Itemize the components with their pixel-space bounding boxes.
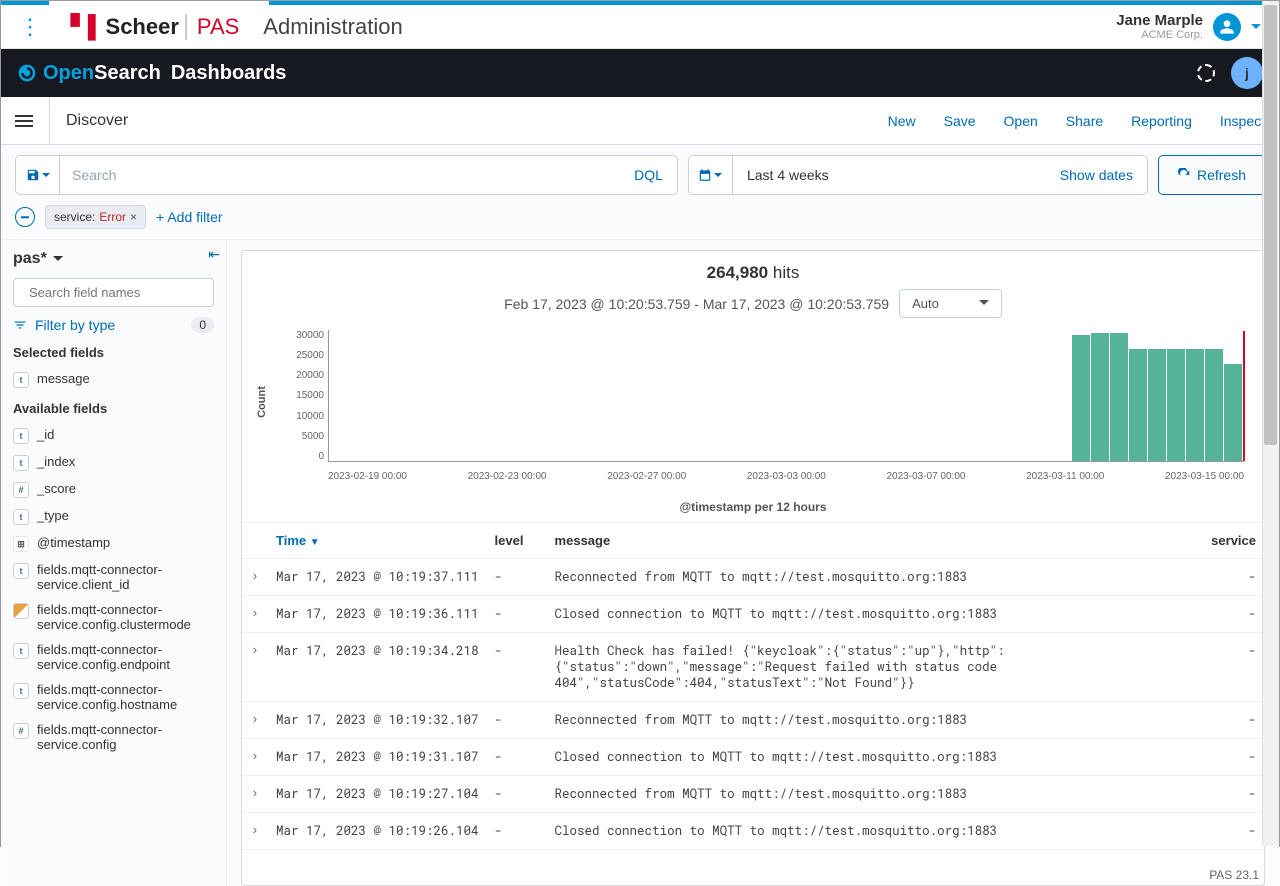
field-type-icon: ⊞ xyxy=(13,536,29,552)
histogram-chart[interactable]: Count 300002500020000150001000050000 202… xyxy=(292,330,1244,490)
user-menu[interactable]: Jane Marple ACME Corp. xyxy=(1116,12,1261,41)
field-item[interactable]: tmessage xyxy=(13,366,214,393)
table-row[interactable]: ›Mar 17, 2023 @ 10:19:27.104-Reconnected… xyxy=(242,776,1264,813)
help-icon[interactable] xyxy=(1197,64,1215,82)
field-type-icon xyxy=(13,603,29,619)
nav-inspect[interactable]: Inspect xyxy=(1220,113,1265,129)
avatar-icon xyxy=(1213,13,1241,41)
app-header: ⋮ ▘▌Scheer PAS Administration Jane Marpl… xyxy=(1,5,1279,49)
date-range: Feb 17, 2023 @ 10:20:53.759 - Mar 17, 20… xyxy=(504,296,889,312)
field-type-icon: # xyxy=(13,482,29,498)
filter-icon xyxy=(13,318,27,332)
user-avatar[interactable]: j xyxy=(1231,57,1263,89)
nav-share[interactable]: Share xyxy=(1066,113,1103,129)
query-bar: DQL Last 4 weeks Show dates Refresh xyxy=(1,145,1279,205)
field-item[interactable]: tfields.mqtt-connector-service.config.en… xyxy=(13,637,214,677)
selected-fields-heading: Selected fields xyxy=(13,345,214,360)
expand-row-icon[interactable]: › xyxy=(242,776,268,813)
sub-header: Discover New Save Open Share Reporting Inspec… xyxy=(1,97,1279,145)
index-pattern-selector[interactable]: pas* xyxy=(13,250,214,268)
field-type-icon: t xyxy=(13,372,29,388)
interval-selector[interactable]: Auto xyxy=(899,289,1002,318)
opensearch-bar: OpenSearch Dashboards j xyxy=(1,49,1279,97)
col-level[interactable]: level xyxy=(487,523,547,559)
nav-toggle-icon[interactable] xyxy=(15,112,33,130)
table-row[interactable]: ›Mar 17, 2023 @ 10:19:36.111-Closed conn… xyxy=(242,596,1264,633)
date-picker[interactable]: Last 4 weeks Show dates xyxy=(688,155,1148,195)
expand-row-icon[interactable]: › xyxy=(242,596,268,633)
field-type-icon: t xyxy=(13,509,29,525)
field-type-icon: t xyxy=(13,643,29,659)
table-row[interactable]: ›Mar 17, 2023 @ 10:19:37.111-Reconnected… xyxy=(242,559,1264,596)
table-row[interactable]: ›Mar 17, 2023 @ 10:19:31.107-Closed conn… xyxy=(242,739,1264,776)
field-item[interactable]: ⊞@timestamp xyxy=(13,530,214,557)
field-search xyxy=(13,278,214,307)
filter-icon[interactable] xyxy=(15,207,35,227)
refresh-button[interactable]: Refresh xyxy=(1158,155,1265,195)
user-company: ACME Corp. xyxy=(1116,29,1203,41)
nav-new[interactable]: New xyxy=(888,113,916,129)
nav-save[interactable]: Save xyxy=(944,113,976,129)
field-item[interactable]: tfields.mqtt-connector-service.config.ho… xyxy=(13,677,214,717)
filter-by-type[interactable]: Filter by type 0 xyxy=(13,317,214,333)
field-item[interactable]: t_index xyxy=(13,449,214,476)
col-message[interactable]: message xyxy=(547,523,1194,559)
discover-title: Discover xyxy=(49,97,128,144)
search-input[interactable] xyxy=(60,156,620,194)
field-item[interactable]: tfields.mqtt-connector-service.client_id xyxy=(13,557,214,597)
table-row[interactable]: ›Mar 17, 2023 @ 10:19:34.218-Health Chec… xyxy=(242,633,1264,702)
field-type-icon: t xyxy=(13,563,29,579)
expand-row-icon[interactable]: › xyxy=(242,633,268,702)
col-service[interactable]: service xyxy=(1194,523,1264,559)
field-type-icon: t xyxy=(13,455,29,471)
chevron-down-icon xyxy=(1251,24,1261,34)
nav-reporting[interactable]: Reporting xyxy=(1131,113,1192,129)
fields-sidebar: ⇤ pas* Filter by type 0 Selected fields … xyxy=(1,240,227,886)
app-menu-icon[interactable]: ⋮ xyxy=(19,14,41,40)
collapse-sidebar-icon[interactable]: ⇤ xyxy=(208,246,220,263)
filter-bar: service: Error × + Add filter xyxy=(1,205,1279,239)
close-icon[interactable]: × xyxy=(130,210,137,224)
expand-row-icon[interactable]: › xyxy=(242,813,268,850)
show-dates-link[interactable]: Show dates xyxy=(1046,167,1147,183)
field-item[interactable]: #fields.mqtt-connector-service.config xyxy=(13,717,214,757)
add-filter-link[interactable]: + Add filter xyxy=(156,209,223,225)
expand-row-icon[interactable]: › xyxy=(242,739,268,776)
col-time[interactable]: Time ▼ xyxy=(268,523,487,559)
field-type-icon: # xyxy=(13,723,29,739)
field-type-icon: t xyxy=(13,428,29,444)
hit-count: 264,980 hits xyxy=(242,251,1264,285)
page-title: Administration xyxy=(263,14,402,40)
results-table: Time ▼ level message service ›Mar 17, 20… xyxy=(242,522,1264,850)
field-search-input[interactable] xyxy=(29,285,205,300)
table-row[interactable]: ›Mar 17, 2023 @ 10:19:32.107-Reconnected… xyxy=(242,702,1264,739)
available-fields-heading: Available fields xyxy=(13,401,214,416)
calendar-icon xyxy=(689,156,733,194)
field-item[interactable]: fields.mqtt-connector-service.config.clu… xyxy=(13,597,214,637)
field-type-icon: t xyxy=(13,683,29,699)
expand-row-icon[interactable]: › xyxy=(242,559,268,596)
dql-button[interactable]: DQL xyxy=(620,156,677,194)
version-label: PAS 23.1 xyxy=(1209,868,1259,882)
date-range-text: Last 4 weeks xyxy=(733,167,1046,183)
field-item[interactable]: t_id xyxy=(13,422,214,449)
field-item[interactable]: t_type xyxy=(13,503,214,530)
opensearch-logo: OpenSearch Dashboards xyxy=(17,62,286,85)
table-row[interactable]: ›Mar 17, 2023 @ 10:19:26.104-Closed conn… xyxy=(242,813,1264,850)
expand-row-icon[interactable]: › xyxy=(242,702,268,739)
search-icon xyxy=(22,286,23,300)
user-name: Jane Marple xyxy=(1116,12,1203,29)
brand-logo: ▘▌Scheer PAS xyxy=(71,14,239,40)
saved-queries-button[interactable] xyxy=(16,156,60,194)
filter-pill[interactable]: service: Error × xyxy=(45,205,146,229)
nav-open[interactable]: Open xyxy=(1004,113,1038,129)
field-item[interactable]: #_score xyxy=(13,476,214,503)
scrollbar[interactable] xyxy=(1262,1,1279,846)
